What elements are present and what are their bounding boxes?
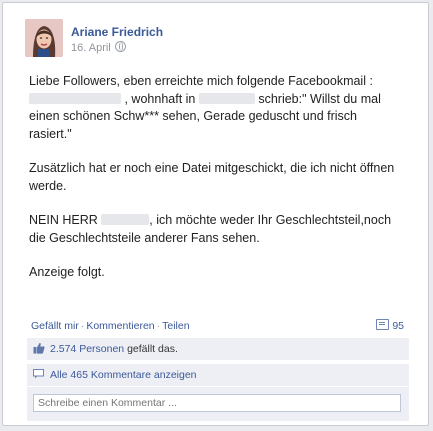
redacted-location xyxy=(198,92,255,104)
paragraph-text: rasiert." xyxy=(29,126,72,141)
likes-text: 2.574 Personen gefällt das. xyxy=(50,343,178,355)
post-actions: Gefällt mir · Kommentieren · Teilen xyxy=(31,320,406,332)
separator: · xyxy=(80,320,85,332)
comment-icon xyxy=(376,319,390,330)
comment-link[interactable]: Kommentieren xyxy=(86,320,154,332)
separator: · xyxy=(156,320,161,332)
paragraph-text: NEIN HERR xyxy=(29,213,98,227)
paragraph-2: Zusätzlich hat er noch eine Datei mitges… xyxy=(29,161,395,193)
post-body: Liebe Followers, eben erreichte mich fol… xyxy=(29,73,399,299)
paragraph-1: Liebe Followers, eben erreichte mich fol… xyxy=(29,73,399,143)
paragraph-text: Liebe Followers, eben erreichte mich fol… xyxy=(29,74,373,88)
comment-count[interactable]: 95 xyxy=(376,319,404,332)
share-link[interactable]: Teilen xyxy=(162,320,189,332)
author-name[interactable]: Ariane Friedrich xyxy=(71,25,163,39)
view-comments-row[interactable]: Alle 465 Kommentare anzeigen xyxy=(27,364,409,386)
comment-composer xyxy=(27,387,409,421)
comments-icon xyxy=(33,369,44,379)
avatar[interactable] xyxy=(25,19,63,57)
view-all-comments-link[interactable]: Alle 465 Kommentare anzeigen xyxy=(50,369,197,381)
avatar-photo xyxy=(25,19,63,57)
post-date[interactable]: 16. April xyxy=(71,42,111,54)
paragraph-4: Anzeige folgt. xyxy=(29,265,105,279)
likes-suffix: gefällt das. xyxy=(127,343,178,355)
paragraph-text: schrieb:" Willst du mal xyxy=(258,91,381,106)
comment-input[interactable] xyxy=(33,394,401,412)
paragraph-text: , ich möchte weder Ihr Geschlechtsteil,n… xyxy=(149,213,392,227)
divider xyxy=(27,361,409,362)
redacted-name xyxy=(29,92,121,104)
like-link[interactable]: Gefällt mir xyxy=(31,320,79,332)
paragraph-text: einen schönen Schw*** sehen, Gerade gedu… xyxy=(29,109,357,123)
post-card: Ariane Friedrich 16. April Liebe Followe… xyxy=(2,2,429,426)
paragraph-3: NEIN HERR , ich möchte weder Ihr Geschle… xyxy=(29,212,399,247)
likes-count-link[interactable]: 2.574 Personen xyxy=(50,343,124,355)
comment-count-value: 95 xyxy=(392,320,404,332)
paragraph-text: , wohnhaft in xyxy=(124,91,196,106)
likes-row: 2.574 Personen gefällt das. xyxy=(27,338,409,360)
paragraph-text: die Geschlechtsteile anderer Fans sehen. xyxy=(29,230,260,245)
globe-icon xyxy=(114,41,126,52)
thumbs-up-icon xyxy=(33,342,45,354)
post-meta: 16. April xyxy=(71,41,126,54)
redacted-name xyxy=(101,214,150,225)
